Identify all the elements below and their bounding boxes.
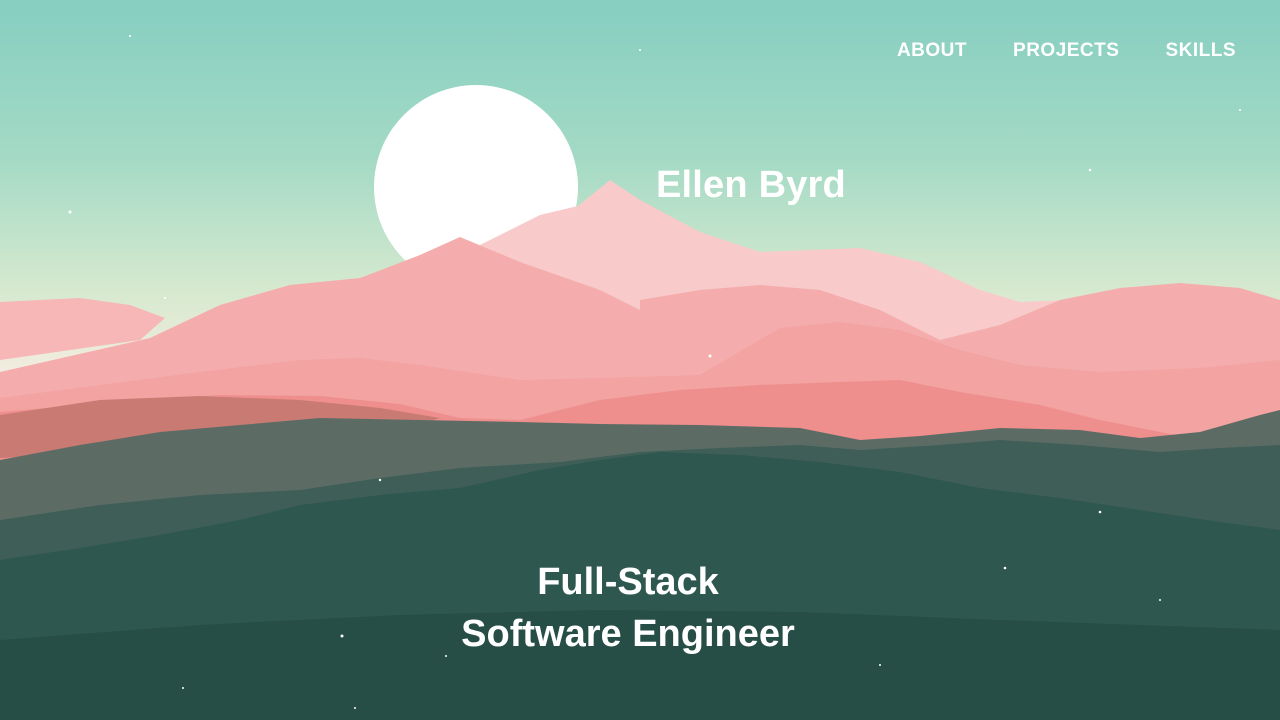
nav-link-skills[interactable]: SKILLS bbox=[1165, 40, 1236, 62]
hero-name: Ellen Byrd bbox=[656, 164, 846, 206]
nav-link-about[interactable]: ABOUT bbox=[897, 40, 967, 62]
top-nav: ABOUT PROJECTS SKILLS bbox=[897, 40, 1236, 62]
hero-role-line-2: Software Engineer bbox=[461, 613, 795, 655]
nav-link-projects[interactable]: PROJECTS bbox=[1013, 40, 1119, 62]
hero-section: ABOUT PROJECTS SKILLS Ellen Byrd Full-St… bbox=[0, 0, 1280, 720]
hero-role-line-1: Full-Stack bbox=[537, 561, 719, 603]
